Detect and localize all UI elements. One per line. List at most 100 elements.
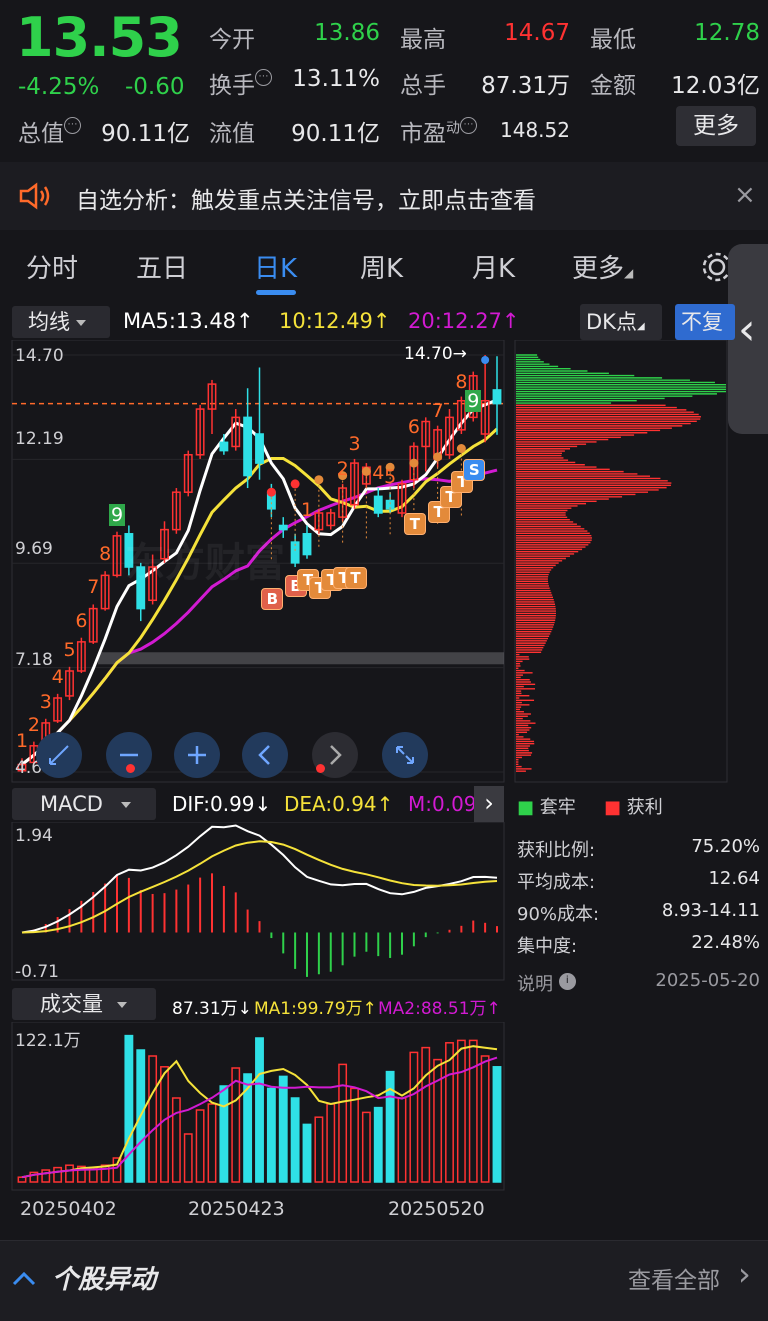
- td-count: 3: [347, 433, 363, 455]
- volume-bar: [351, 1088, 358, 1182]
- volume-bar: [291, 1098, 298, 1182]
- info-icon[interactable]: ⋯: [255, 69, 272, 86]
- volume-bar: [196, 1110, 203, 1182]
- stat-value: 8.93-14.11: [620, 900, 760, 921]
- indicator-select[interactable]: 均线: [12, 306, 110, 338]
- chip-note[interactable]: 说明 i: [517, 970, 576, 996]
- fullscreen-icon: [382, 732, 428, 778]
- chevron-down-icon: [117, 1002, 127, 1008]
- volume-bar: [434, 1060, 441, 1182]
- trade-signal-badge[interactable]: T: [404, 513, 426, 535]
- high-value: 14.67: [480, 20, 570, 46]
- support-band: [98, 652, 504, 664]
- macd-chart: [0, 822, 512, 982]
- td-count: 5: [382, 466, 398, 488]
- td-count: 1: [299, 499, 315, 521]
- macd-frame: [12, 822, 504, 980]
- zoom-fit-button[interactable]: [36, 732, 82, 778]
- scroll-left-button[interactable]: [242, 732, 288, 778]
- trade-signal-badge[interactable]: T: [345, 567, 367, 589]
- signal-dot: [314, 475, 323, 484]
- td-count: 6: [406, 416, 422, 438]
- td-count: 3: [38, 691, 54, 713]
- close-icon[interactable]: ×: [734, 180, 756, 210]
- chevron-left-icon: ‹: [738, 304, 756, 355]
- stat-value: 75.20%: [620, 836, 760, 857]
- y-tick: 9.69: [15, 539, 53, 559]
- signal-dot: [409, 459, 418, 468]
- info-icon[interactable]: ⋯: [460, 117, 477, 134]
- active-tab-indicator: [256, 290, 296, 295]
- y-tick: 7.18: [15, 650, 53, 670]
- bottom-bar[interactable]: 个股异动 查看全部 ›: [0, 1240, 768, 1321]
- zoom-in-button[interactable]: [174, 732, 220, 778]
- trade-signal-badge[interactable]: S: [463, 459, 485, 481]
- turnover-label: 换手 ⋯: [209, 66, 272, 100]
- td-count: 9: [465, 390, 481, 412]
- adjust-button[interactable]: 不复: [675, 304, 735, 340]
- fullscreen-button[interactable]: [382, 732, 428, 778]
- volume-bar: [232, 1068, 239, 1182]
- tab-more[interactable]: 更多◢: [572, 248, 633, 285]
- td-count: 6: [73, 610, 89, 632]
- macd-select[interactable]: MACD: [12, 788, 156, 820]
- volume-bar: [375, 1108, 382, 1182]
- info-icon[interactable]: ⋯: [64, 117, 81, 134]
- volume-bar: [327, 1104, 334, 1182]
- tab-five-day[interactable]: 五日: [136, 248, 188, 285]
- volume-bar: [208, 1104, 215, 1182]
- volume-bar: [268, 1088, 275, 1182]
- x-date: 20250423: [188, 1198, 285, 1220]
- more-quote-button[interactable]: 更多: [676, 106, 756, 146]
- dk-point-button[interactable]: DK点◢: [580, 304, 662, 340]
- tab-monthly-k[interactable]: 月K: [472, 248, 515, 285]
- speaker-icon: [18, 182, 54, 210]
- volume-bar: [66, 1165, 73, 1182]
- volume-bar: [410, 1052, 417, 1182]
- trade-signal-badge[interactable]: B: [261, 588, 283, 610]
- td-count: 7: [430, 400, 446, 422]
- chevron-down-icon: [121, 802, 131, 808]
- ma10-readout: 10:12.49↑: [279, 309, 391, 333]
- open-value: 13.86: [290, 20, 380, 46]
- td-count: 7: [85, 576, 101, 598]
- volume-bar: [422, 1048, 429, 1182]
- banner-text: 自选分析：触发重点关注信号，立即点击查看: [76, 181, 536, 215]
- x-date: 20250520: [388, 1198, 485, 1220]
- volume-bar: [303, 1124, 310, 1182]
- volume-bar: [280, 1076, 287, 1182]
- dea-readout: DEA:0.94↑: [284, 792, 393, 816]
- tab-weekly-k[interactable]: 周K: [360, 248, 403, 285]
- volume-label: 总手: [400, 66, 446, 100]
- expand-arrows-icon: [36, 732, 82, 778]
- y-tick: 12.19: [15, 429, 64, 449]
- chevron-left-icon: [242, 732, 288, 778]
- macd-y-bottom: -0.71: [15, 962, 59, 982]
- total-value-label: 总值 ⋯: [18, 114, 81, 148]
- volume-select[interactable]: 成交量: [12, 988, 156, 1020]
- chevron-down-icon: [76, 320, 86, 326]
- view-all-link[interactable]: 查看全部: [628, 1261, 720, 1295]
- volume-bar: [173, 1098, 180, 1182]
- alert-banner[interactable]: 自选分析：触发重点关注信号，立即点击查看 ×: [0, 162, 768, 230]
- turnover-value: 13.11%: [290, 66, 380, 92]
- ma5-readout: MA5:13.48↑: [123, 309, 254, 333]
- volume-bar: [125, 1036, 132, 1182]
- vol-y-top: 122.1万: [15, 1026, 81, 1051]
- chevron-right-icon[interactable]: ›: [474, 786, 504, 822]
- volume-value: 87.31万: [460, 66, 570, 100]
- volume-bar: [54, 1168, 61, 1182]
- tab-intraday[interactable]: 分时: [26, 248, 78, 285]
- stat-value: 22.48%: [620, 932, 760, 953]
- dif-readout: DIF:0.99↓: [172, 792, 271, 816]
- float-value: 90.11亿: [280, 114, 380, 148]
- volume-bar: [470, 1040, 477, 1182]
- candle-body: [280, 525, 287, 529]
- volume-bar: [458, 1040, 465, 1182]
- volume-bar: [398, 1098, 405, 1182]
- vol-ma2-readout: MA2:88.51万↑: [378, 994, 501, 1019]
- tab-daily-k[interactable]: 日K: [254, 248, 297, 285]
- chip-date: 2025-05-20: [620, 970, 760, 991]
- volume-bar: [149, 1056, 156, 1182]
- candle-body: [256, 434, 263, 463]
